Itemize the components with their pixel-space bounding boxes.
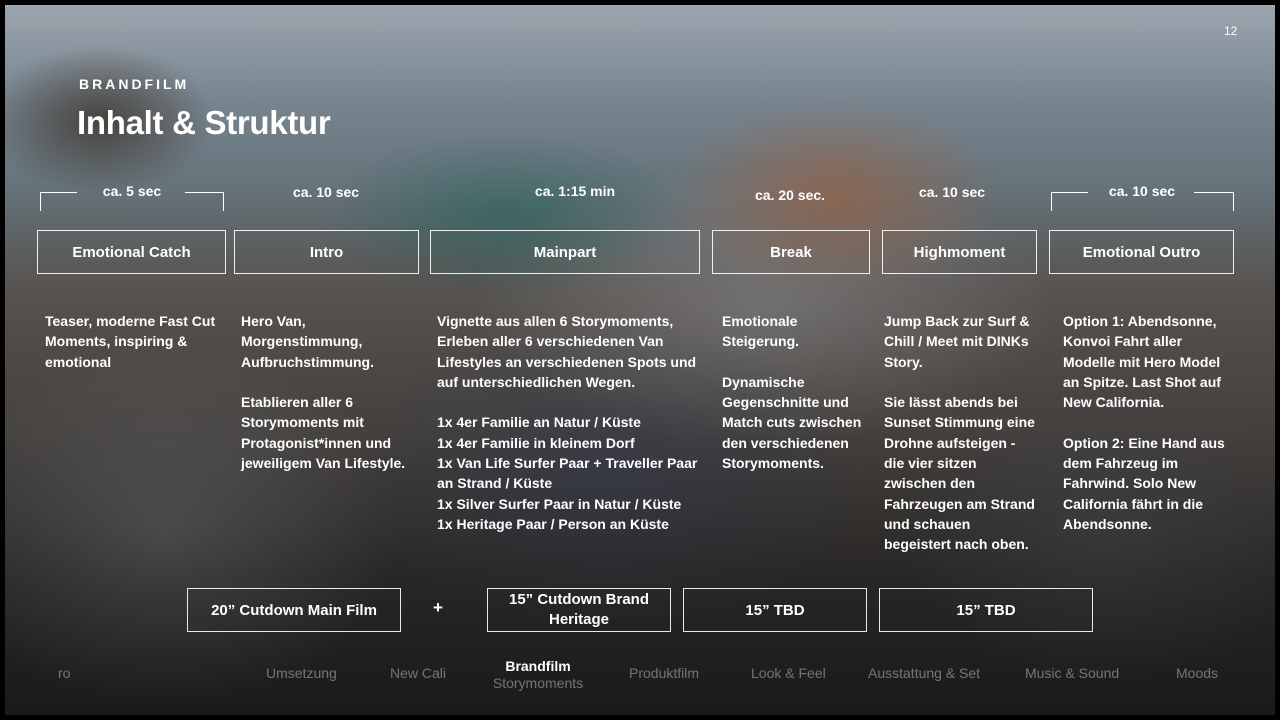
cutdown-tbd-1[interactable]: 15” TBD bbox=[683, 588, 867, 632]
description-catch: Teaser, moderne Fast Cut Moments, inspir… bbox=[45, 311, 227, 372]
bracket-right-b bbox=[1194, 192, 1234, 211]
cutdown-main-film[interactable]: 20” Cutdown Main Film bbox=[187, 588, 401, 632]
description-paragraph: Hero Van, Morgenstimmung, Aufbruchstimmu… bbox=[241, 313, 374, 370]
section-emotional-catch[interactable]: Emotional Catch bbox=[37, 230, 226, 274]
storymoment-line: 1x Heritage Paar / Person an Küste bbox=[437, 515, 669, 532]
storymoment-line: 1x Van Life Surfer Paar + Traveller Paar… bbox=[437, 455, 698, 492]
description-intro: Hero Van, Morgenstimmung, Aufbruchstimmu… bbox=[241, 311, 421, 473]
section-break[interactable]: Break bbox=[712, 230, 870, 274]
storymoment-line: 1x 4er Familie an Natur / Küste bbox=[437, 414, 641, 431]
description-paragraph: Sie lässt abends bei Sunset Stimmung ein… bbox=[884, 394, 1035, 553]
description-paragraph: Option 2: Eine Hand aus dem Fahrzeug im … bbox=[1063, 434, 1225, 532]
cutdown-tbd-2[interactable]: 15” TBD bbox=[879, 588, 1093, 632]
timing-catch: ca. 5 sec bbox=[102, 183, 162, 199]
slide-eyebrow: BRANDFILM bbox=[79, 76, 190, 92]
description-paragraph: Dynamische Gegenschnitte und Match cuts … bbox=[722, 373, 862, 472]
bracket-left-a bbox=[40, 192, 77, 211]
description-paragraph: Etablieren aller 6 Storymoments mit Prot… bbox=[241, 394, 406, 472]
nav-item-brandfilm-label: Brandfilm bbox=[505, 658, 571, 674]
nav-item-brandfilm[interactable]: Brandfilm Storymoments bbox=[478, 658, 598, 691]
timing-mainpart: ca. 1:15 min bbox=[534, 183, 616, 199]
nav-item-ausstattung-set[interactable]: Ausstattung & Set bbox=[868, 665, 980, 681]
storymoment-line: 1x 4er Familie in kleinem Dorf bbox=[437, 434, 635, 451]
nav-item-umsetzung[interactable]: Umsetzung bbox=[266, 665, 337, 681]
nav-item-look-feel[interactable]: Look & Feel bbox=[751, 665, 826, 681]
nav-item-new-california[interactable]: New Cali bbox=[390, 665, 446, 681]
nav-item-intro[interactable]: ro bbox=[58, 665, 70, 681]
nav-item-music-sound[interactable]: Music & Sound bbox=[1025, 665, 1119, 681]
bracket-left-b bbox=[185, 192, 224, 211]
timing-outro: ca. 10 sec bbox=[1108, 183, 1176, 199]
plus-sign: + bbox=[433, 598, 443, 617]
nav-item-brandfilm-sub: Storymoments bbox=[492, 675, 584, 691]
nav-item-produktfilm[interactable]: Produktfilm bbox=[629, 665, 699, 681]
section-mainpart[interactable]: Mainpart bbox=[430, 230, 700, 274]
description-mainpart: Vignette aus allen 6 Storymoments, Erleb… bbox=[437, 311, 709, 534]
page-number: 12 bbox=[1224, 24, 1238, 38]
bracket-right-a bbox=[1051, 192, 1088, 211]
timing-intro: ca. 10 sec bbox=[292, 184, 360, 200]
description-paragraph: Option 1: Abendsonne, Konvoi Fahrt aller… bbox=[1063, 313, 1221, 411]
cutdown-brand-heritage[interactable]: 15” Cutdown Brand Heritage bbox=[487, 588, 671, 632]
nav-item-moods[interactable]: Moods bbox=[1176, 665, 1218, 681]
description-paragraph: Jump Back zur Surf & Chill / Meet mit DI… bbox=[884, 313, 1030, 370]
description-outro: Option 1: Abendsonne, Konvoi Fahrt aller… bbox=[1063, 311, 1235, 534]
storymoment-line: 1x Silver Surfer Paar in Natur / Küste bbox=[437, 495, 682, 512]
description-highmoment: Jump Back zur Surf & Chill / Meet mit DI… bbox=[884, 311, 1039, 555]
description-break: Emotionale Steigerung. Dynamische Gegens… bbox=[722, 311, 862, 473]
section-highmoment[interactable]: Highmoment bbox=[882, 230, 1037, 274]
timing-highmoment: ca. 10 sec bbox=[918, 184, 986, 200]
description-paragraph: Vignette aus allen 6 Storymoments, Erleb… bbox=[437, 313, 697, 390]
section-intro[interactable]: Intro bbox=[234, 230, 419, 274]
timing-break: ca. 20 sec. bbox=[754, 187, 826, 203]
section-emotional-outro[interactable]: Emotional Outro bbox=[1049, 230, 1234, 274]
description-paragraph: Teaser, moderne Fast Cut Moments, inspir… bbox=[45, 313, 216, 370]
description-paragraph: Emotionale Steigerung. bbox=[722, 313, 800, 350]
page-title: Inhalt & Struktur bbox=[77, 104, 331, 141]
